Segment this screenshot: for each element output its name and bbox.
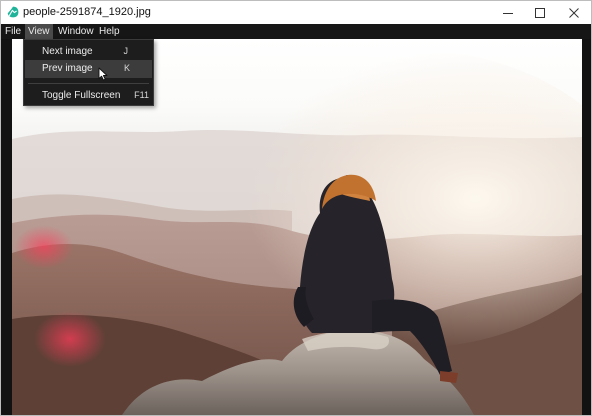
view-menu-dropdown: Next image J Prev image K Toggle Fullscr… bbox=[23, 39, 154, 106]
menu-help[interactable]: Help bbox=[96, 24, 123, 39]
menu-item-shortcut: J bbox=[123, 46, 129, 56]
menu-item-shortcut: F11 bbox=[134, 90, 149, 100]
title-bar[interactable]: people-2591874_1920.jpg bbox=[1, 1, 591, 24]
window-title: people-2591874_1920.jpg bbox=[23, 6, 151, 18]
mouse-pointer-icon bbox=[98, 67, 108, 81]
menu-item-toggle-fullscreen[interactable]: Toggle Fullscreen F11 bbox=[25, 87, 152, 105]
app-logo-icon bbox=[7, 6, 19, 18]
menu-separator bbox=[28, 83, 149, 84]
maximize-icon bbox=[535, 7, 545, 18]
menu-file[interactable]: File bbox=[2, 24, 24, 39]
menu-item-shortcut: K bbox=[123, 63, 130, 73]
minimize-button[interactable] bbox=[491, 1, 525, 24]
menu-item-label: Next image bbox=[42, 46, 93, 57]
minimize-icon bbox=[503, 12, 513, 14]
menu-item-label: Toggle Fullscreen bbox=[42, 90, 121, 101]
menu-item-next-image[interactable]: Next image J bbox=[25, 43, 152, 61]
menu-item-label: Prev image bbox=[42, 63, 93, 74]
menu-view[interactable]: View bbox=[25, 24, 53, 39]
close-button[interactable] bbox=[557, 1, 591, 24]
maximize-button[interactable] bbox=[523, 1, 557, 24]
image-viewer-window: people-2591874_1920.jpg File View Window… bbox=[0, 0, 592, 416]
menu-window[interactable]: Window bbox=[55, 24, 97, 39]
close-icon bbox=[569, 7, 579, 18]
menu-item-prev-image[interactable]: Prev image K bbox=[25, 60, 152, 78]
menu-bar: File View Window Help bbox=[1, 24, 591, 39]
